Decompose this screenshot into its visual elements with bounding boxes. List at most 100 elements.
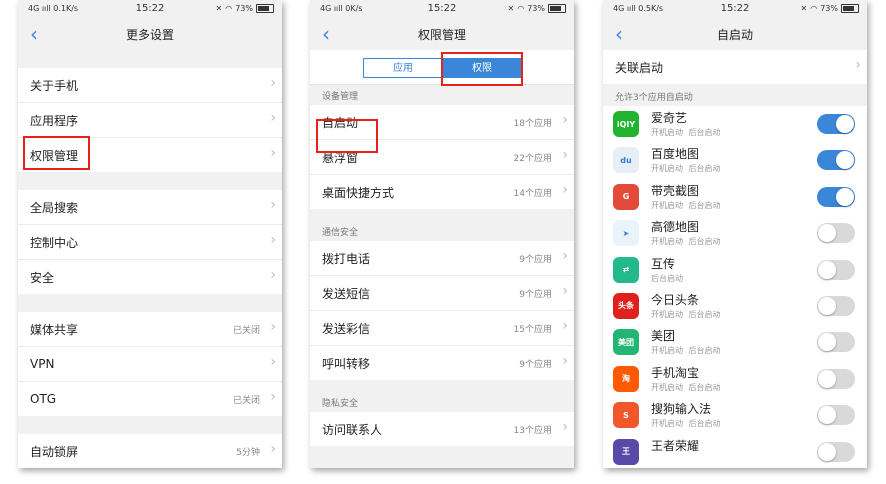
menu-item-vpn[interactable]: VPN › xyxy=(18,346,282,381)
status-bar: 4G ııll 0.1K/s 15:22 ✕ ◠ 73% xyxy=(18,0,282,18)
settings-group: 全局搜索 › 控制中心 › 安全 › xyxy=(18,190,282,294)
menu-item-otg[interactable]: OTG 已关闭 › xyxy=(18,381,282,416)
wifi-icon: ◠ xyxy=(517,4,525,13)
amap-icon: ➤ xyxy=(613,220,639,247)
app-startup-types: 开机启动 后台启动 xyxy=(651,382,721,392)
app-row: du 百度地图 开机启动 后台启动 xyxy=(603,142,867,179)
toggle-knob xyxy=(836,115,854,133)
status-bar: 4G ııll 0K/s 15:22 ✕ ◠ 73% xyxy=(310,0,574,18)
menu-item-make-call[interactable]: 拨打电话 9个应用 › xyxy=(310,241,574,275)
app-row: 王王者荣耀 xyxy=(603,433,867,468)
meituan-icon: 美团 xyxy=(613,329,639,356)
battery-text: 73% xyxy=(235,4,253,13)
section-header: 设备管理 xyxy=(322,92,359,102)
app-name: 带壳截图 xyxy=(651,183,700,198)
chevron-right-icon: › xyxy=(270,110,276,126)
app-name: 高德地图 xyxy=(651,220,700,235)
header: ‹ 更多设置 xyxy=(18,18,282,50)
autostart-toggle[interactable] xyxy=(817,332,855,353)
chevron-right-icon: › xyxy=(270,354,276,370)
share-icon: ⇄ xyxy=(613,256,639,283)
autostart-toggle[interactable] xyxy=(817,223,855,244)
mute-icon: ✕ xyxy=(507,4,515,13)
menu-item-send-sms[interactable]: 发送短信 9个应用 › xyxy=(310,275,574,310)
autostart-toggle[interactable] xyxy=(817,405,855,426)
chevron-right-icon: › xyxy=(562,248,568,264)
app-startup-types: 开机启动 后台启动 xyxy=(651,309,721,319)
chevron-right-icon: › xyxy=(270,389,276,405)
autostart-toggle[interactable] xyxy=(817,259,855,280)
chevron-right-icon: › xyxy=(562,353,568,369)
highlight-box xyxy=(441,52,523,86)
menu-item-linked-startup[interactable]: 关联启动 › xyxy=(603,50,867,84)
wifi-icon: ◠ xyxy=(225,4,233,13)
app-row: ➤ 高德地图开机启动 后台启动 xyxy=(603,215,867,252)
toggle-knob xyxy=(836,151,854,170)
menu-item-applications[interactable]: 应用程序 › xyxy=(18,102,282,137)
tab-apps[interactable]: 应用 xyxy=(363,58,443,78)
menu-item-auto-lock[interactable]: 自动锁屏 5分钟 › xyxy=(18,434,282,468)
menu-item-security[interactable]: 安全 › xyxy=(18,259,282,294)
section-header: 隐私安全 xyxy=(322,399,359,409)
app-name: 手机淘宝 xyxy=(651,365,700,380)
chevron-right-icon: › xyxy=(270,232,276,248)
battery-icon xyxy=(548,4,566,13)
menu-item-about-phone[interactable]: 关于手机 › xyxy=(18,68,282,102)
autostart-toggle[interactable] xyxy=(817,295,855,316)
toggle-knob xyxy=(818,224,836,243)
app-startup-types: 开机启动 后台启动 xyxy=(651,200,721,210)
toggle-knob xyxy=(818,260,836,279)
chevron-right-icon: › xyxy=(562,283,568,299)
app-row: iQIY 爱奇艺 开机启动 后台启动 xyxy=(603,106,867,143)
app-name: 爱奇艺 xyxy=(651,111,688,125)
app-name: 王者荣耀 xyxy=(651,438,700,453)
section-header: 通信安全 xyxy=(322,228,359,238)
menu-item-access-contacts[interactable]: 访问联系人 13个应用 › xyxy=(310,412,574,446)
autostart-toggle[interactable] xyxy=(817,441,855,462)
menu-item-call-forwarding[interactable]: 呼叫转移 9个应用 › xyxy=(310,345,574,380)
autostart-toggle[interactable] xyxy=(817,150,855,171)
app-row: 淘手机淘宝 开机启动 后台启动 xyxy=(603,360,867,398)
section-header: 允许3个应用自启动 xyxy=(615,93,693,103)
toggle-knob xyxy=(818,333,836,352)
app-name: 今日头条 xyxy=(651,292,700,307)
toggle-knob xyxy=(836,187,854,206)
menu-item-control-center[interactable]: 控制中心 › xyxy=(18,224,282,259)
chevron-right-icon: › xyxy=(855,57,861,73)
screen-more-settings: 4G ııll 0.1K/s 15:22 ✕ ◠ 73% ‹ 更多设置 关于手机 › … xyxy=(18,0,282,468)
app-row: 美团 美团开机启动 后台启动 xyxy=(603,324,867,361)
chevron-right-icon: › xyxy=(562,419,568,435)
app-name: 美团 xyxy=(651,329,676,344)
autostart-toggle[interactable] xyxy=(817,186,855,207)
app-name: 百度地图 xyxy=(651,147,700,162)
autostart-toggle[interactable] xyxy=(817,114,855,134)
page-title: 更多设置 xyxy=(125,28,174,42)
chevron-right-icon: › xyxy=(270,75,276,91)
battery-text: 73% xyxy=(527,4,545,13)
app-startup-types: 开机启动 后台启动 xyxy=(651,164,721,174)
app-row: G 带壳截图 开机启动 后台启动 xyxy=(603,178,867,216)
chevron-right-icon: › xyxy=(562,318,568,334)
app-startup-types: 开机启动 后台启动 xyxy=(651,346,721,356)
menu-item-send-mms[interactable]: 发送彩信 15个应用 › xyxy=(310,310,574,345)
menu-item-desktop-shortcut[interactable]: 桌面快捷方式 14个应用 › xyxy=(310,174,574,209)
settings-group: 自动锁屏 5分钟 › xyxy=(18,434,282,468)
battery-icon xyxy=(841,4,859,13)
menu-item-media-sharing[interactable]: 媒体共享 已关闭 › xyxy=(18,312,282,346)
chevron-right-icon: › xyxy=(270,197,276,213)
app-startup-types: 开机启动 后台启动 xyxy=(651,128,721,137)
settings-group: 访问联系人 13个应用 › xyxy=(310,412,574,446)
toggle-knob xyxy=(818,442,836,461)
wifi-icon: ◠ xyxy=(810,4,818,13)
highlight-box xyxy=(316,119,378,153)
app-startup-types: 开机启动 后台启动 xyxy=(651,237,721,247)
autostart-toggle[interactable] xyxy=(817,368,855,389)
toggle-knob xyxy=(818,296,836,315)
app-row: S 搜狗输入法 开机启动 后台启动 xyxy=(603,397,867,434)
chevron-right-icon: › xyxy=(562,147,568,163)
battery-text: 73% xyxy=(820,4,838,13)
chevron-right-icon: › xyxy=(270,145,276,161)
toutiao-icon: 头条 xyxy=(613,292,639,319)
menu-item-global-search[interactable]: 全局搜索 › xyxy=(18,190,282,224)
chevron-right-icon: › xyxy=(562,182,568,198)
